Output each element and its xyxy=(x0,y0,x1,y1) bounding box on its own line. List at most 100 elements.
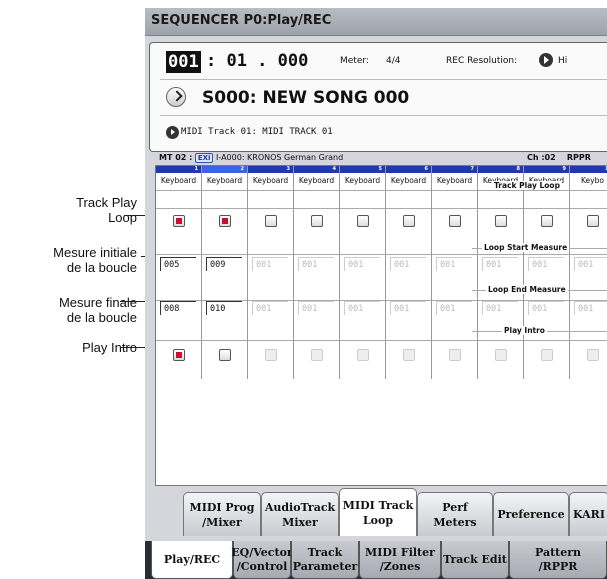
tab-audiotrack-mixer[interactable]: AudioTrack Mixer xyxy=(261,492,339,536)
sequencer-screen: SEQUENCER P0:Play/REC 001 : 01 . 000 Met… xyxy=(145,8,607,579)
track-number-header[interactable]: 6 xyxy=(386,166,431,173)
tab-play-rec[interactable]: Play/REC xyxy=(151,541,233,579)
track-number-header[interactable]: 8 xyxy=(478,166,523,173)
track-select-popup-icon[interactable] xyxy=(166,126,179,139)
track-column: 2 Keyboard 009 010 xyxy=(202,166,248,380)
track-column: 8Keyboard001001 xyxy=(478,166,524,380)
loop-end-measure-field[interactable]: 001 xyxy=(344,301,380,315)
row-label-start: Loop Start Measure xyxy=(482,243,570,252)
tab-track-edit[interactable]: Track Edit xyxy=(441,541,509,579)
track-type-label: Keyboard xyxy=(156,173,201,191)
track-column: 1 Keyboard 005 008 xyxy=(156,166,202,380)
track-play-loop-checkbox[interactable] xyxy=(403,215,415,227)
loop-end-measure-field[interactable]: 001 xyxy=(482,301,518,315)
play-intro-checkbox[interactable] xyxy=(403,349,415,361)
loop-start-measure-field[interactable]: 001 xyxy=(390,257,426,271)
track-column: 3 Keyboard 001 001 xyxy=(248,166,294,380)
loop-end-measure-field[interactable]: 001 xyxy=(252,301,288,315)
location-measure[interactable]: 001 xyxy=(166,51,201,73)
track-number: MT 02 : xyxy=(159,153,193,162)
track-play-loop-checkbox[interactable] xyxy=(495,215,507,227)
loop-end-measure-field[interactable]: 001 xyxy=(298,301,334,315)
row-label-end: Loop End Measure xyxy=(486,285,568,294)
page-tabs: MIDI Prog /Mixer AudioTrack Mixer MIDI Tra… xyxy=(145,488,607,536)
track-loop-grid: 1 Keyboard 005 008 2 Keyboard 009 010 3 Keyboard 0… xyxy=(155,165,607,380)
rec-resolution-value[interactable]: Hi xyxy=(558,56,567,66)
track-number-header[interactable]: 9 xyxy=(524,166,569,173)
track-play-loop-checkbox[interactable] xyxy=(357,215,369,227)
tab-midi-track-loop[interactable]: MIDI Track Loop xyxy=(339,488,417,536)
track-number-header[interactable]: 3 xyxy=(248,166,293,173)
loop-start-measure-field[interactable]: 001 xyxy=(344,257,380,271)
track-column: 6 Keyboard 001 001 xyxy=(386,166,432,380)
tab-kari[interactable]: KARI xyxy=(569,492,607,536)
song-select-button[interactable] xyxy=(166,87,186,107)
tab-pattern-rppr[interactable]: Pattern /RPPR xyxy=(509,541,607,579)
song-name[interactable]: S000: NEW SONG 000 xyxy=(202,88,409,108)
annotation-track-play-loop: Track Play Loop xyxy=(76,195,137,225)
location-beat-tick[interactable]: : 01 . 000 xyxy=(206,51,308,71)
track-type-label: Keyboard xyxy=(432,173,477,191)
track-select-name[interactable]: MIDI Track 01: MIDI TRACK 01 xyxy=(181,127,333,137)
divider xyxy=(160,115,607,116)
loop-start-measure-field[interactable]: 001 xyxy=(528,257,564,271)
divider xyxy=(160,79,607,80)
track-play-loop-checkbox[interactable] xyxy=(449,215,461,227)
loop-start-measure-field[interactable]: 001 xyxy=(574,257,607,271)
track-number-header[interactable]: 10 xyxy=(570,166,607,173)
play-intro-checkbox[interactable] xyxy=(357,349,369,361)
loop-start-measure-field[interactable]: 005 xyxy=(160,257,196,271)
tab-eq-vector-control[interactable]: EQ/Vector /Control xyxy=(231,541,293,579)
tab-perf-meters[interactable]: Perf Meters xyxy=(417,492,493,536)
loop-start-measure-field[interactable]: 001 xyxy=(252,257,288,271)
track-play-loop-checkbox[interactable] xyxy=(587,215,599,227)
track-play-loop-checkbox[interactable] xyxy=(311,215,323,227)
grid-empty-area xyxy=(155,379,607,486)
loop-end-measure-field[interactable]: 010 xyxy=(206,301,242,315)
tab-midi-prog-mixer[interactable]: MIDI Prog /Mixer xyxy=(183,492,261,536)
meter-label: Meter: xyxy=(340,56,369,66)
play-intro-checkbox[interactable] xyxy=(495,349,507,361)
play-intro-checkbox[interactable] xyxy=(265,349,277,361)
track-number-header[interactable]: 1 xyxy=(156,166,201,173)
track-number-header[interactable]: 4 xyxy=(294,166,339,173)
play-intro-checkbox[interactable] xyxy=(541,349,553,361)
track-type-label: Keyboard xyxy=(248,173,293,191)
tab-midi-filter-zones[interactable]: MIDI Filter /Zones xyxy=(359,541,441,579)
track-play-loop-checkbox[interactable] xyxy=(173,215,185,227)
play-intro-checkbox[interactable] xyxy=(311,349,323,361)
loop-start-measure-field[interactable]: 001 xyxy=(436,257,472,271)
title-bar: SEQUENCER P0:Play/REC xyxy=(145,8,607,36)
tab-track-parameter[interactable]: Track Parameter xyxy=(291,541,359,579)
program-name: I-A000: KRONOS German Grand xyxy=(216,153,344,162)
track-number-header[interactable]: 7 xyxy=(432,166,477,173)
play-intro-checkbox[interactable] xyxy=(587,349,599,361)
track-number-header[interactable]: 2 xyxy=(202,166,247,173)
rec-resolution-popup-icon[interactable] xyxy=(539,53,553,67)
loop-end-measure-field[interactable]: 001 xyxy=(528,301,564,315)
loop-start-measure-field[interactable]: 009 xyxy=(206,257,242,271)
loop-end-measure-field[interactable]: 001 xyxy=(436,301,472,315)
play-intro-checkbox[interactable] xyxy=(173,349,185,361)
tab-preference[interactable]: Preference xyxy=(493,492,569,536)
track-type-label: Keyboard xyxy=(294,173,339,191)
track-number-header[interactable]: 5 xyxy=(340,166,385,173)
rec-resolution-label: REC Resolution: xyxy=(446,56,518,66)
track-column: 4 Keyboard 001 001 xyxy=(294,166,340,380)
page-group-tabs: Play/REC EQ/Vector /Control Track Paramete… xyxy=(145,541,607,579)
loop-start-measure-field[interactable]: 001 xyxy=(482,257,518,271)
track-play-loop-checkbox[interactable] xyxy=(265,215,277,227)
play-intro-checkbox[interactable] xyxy=(449,349,461,361)
channel-info: Ch :02 RPPR xyxy=(527,153,591,162)
play-intro-checkbox[interactable] xyxy=(219,349,231,361)
page-title: SEQUENCER P0:Play/REC xyxy=(151,13,332,28)
track-type-label: Keybo xyxy=(570,173,607,191)
loop-end-measure-field[interactable]: 001 xyxy=(390,301,426,315)
track-play-loop-checkbox[interactable] xyxy=(219,215,231,227)
meter-value[interactable]: 4/4 xyxy=(386,56,400,66)
row-label-intro: Play Intro xyxy=(502,326,547,335)
track-play-loop-checkbox[interactable] xyxy=(541,215,553,227)
loop-end-measure-field[interactable]: 001 xyxy=(574,301,607,315)
loop-end-measure-field[interactable]: 008 xyxy=(160,301,196,315)
loop-start-measure-field[interactable]: 001 xyxy=(298,257,334,271)
